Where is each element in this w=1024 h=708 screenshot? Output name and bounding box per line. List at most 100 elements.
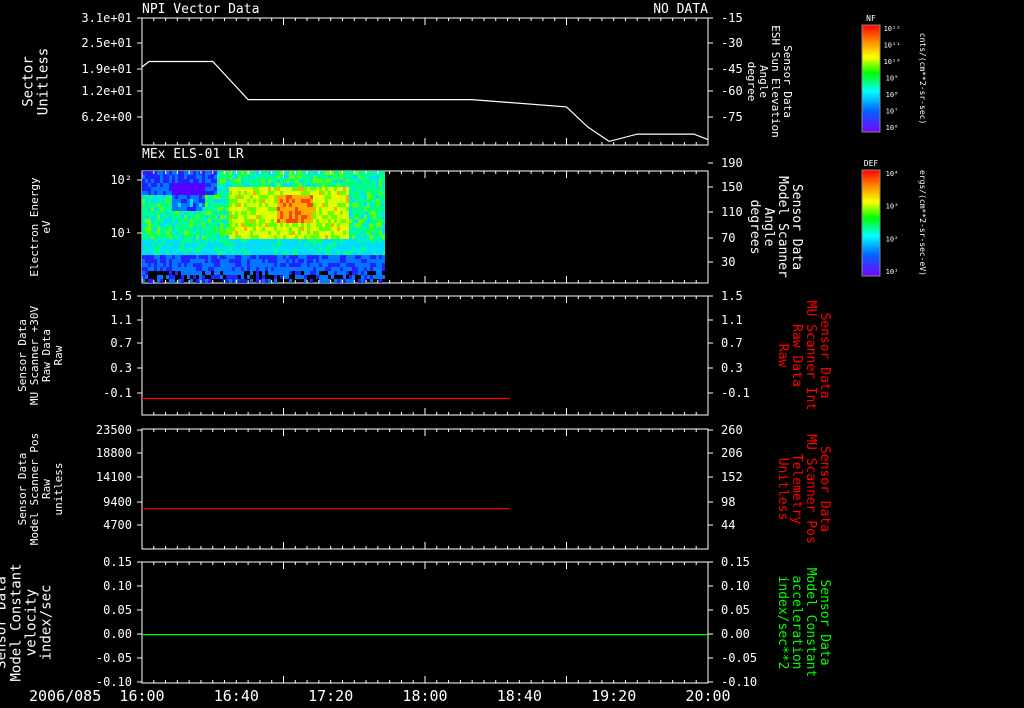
spectrogram-cell xyxy=(376,251,379,255)
spectrogram-cell xyxy=(253,207,256,211)
spectrogram-cell xyxy=(196,199,199,203)
spectrogram-cell xyxy=(253,199,256,203)
spectrogram-cell xyxy=(376,195,379,199)
spectrogram-cell xyxy=(301,199,304,203)
spectrogram-cell xyxy=(346,171,349,175)
spectrogram-cell xyxy=(298,211,301,215)
spectrogram-cell xyxy=(268,215,271,219)
spectrogram-cell xyxy=(328,223,331,227)
spectrogram-cell xyxy=(160,275,163,279)
spectrogram-cell xyxy=(226,195,229,199)
spectrogram-cell xyxy=(295,187,298,191)
spectrogram-cell xyxy=(331,195,334,199)
spectrogram-cell xyxy=(145,199,148,203)
spectrogram-cell xyxy=(361,219,364,223)
spectrogram-cell xyxy=(187,207,190,211)
spectrogram-cell xyxy=(307,187,310,191)
spectrogram-cell xyxy=(250,187,253,191)
spectrogram-cell xyxy=(271,271,274,275)
spectrogram-cell xyxy=(241,219,244,223)
left-tick-label: 18800 xyxy=(96,446,132,460)
spectrogram-cell xyxy=(277,171,280,175)
spectrogram-cell xyxy=(169,191,172,195)
spectrogram-cell xyxy=(268,239,271,243)
spectrogram-cell xyxy=(352,243,355,247)
spectrogram-cell xyxy=(214,235,217,239)
spectrogram-cell xyxy=(160,247,163,251)
spectrogram-cell xyxy=(364,235,367,239)
spectrogram-cell xyxy=(154,203,157,207)
spectrogram-cell xyxy=(190,203,193,207)
spectrogram-cell xyxy=(259,263,262,267)
spectrogram-cell xyxy=(325,263,328,267)
spectrogram-cell xyxy=(328,207,331,211)
spectrogram-cell xyxy=(181,191,184,195)
spectrogram-cell xyxy=(301,171,304,175)
spectrogram-cell xyxy=(355,255,358,259)
spectrogram-cell xyxy=(148,191,151,195)
spectrogram-cell xyxy=(163,235,166,239)
spectrogram-cell xyxy=(166,183,169,187)
spectrogram-cell xyxy=(151,175,154,179)
spectrogram-cell xyxy=(247,219,250,223)
right-axis-label-line: acceleration xyxy=(789,576,804,670)
spectrogram-cell xyxy=(250,203,253,207)
spectrogram-cell xyxy=(238,191,241,195)
spectrogram-cell xyxy=(337,279,340,283)
spectrogram-cell xyxy=(382,187,385,191)
spectrogram-cell xyxy=(157,207,160,211)
spectrogram-cell xyxy=(241,255,244,259)
spectrogram-cell xyxy=(373,183,376,187)
spectrogram-cell xyxy=(376,255,379,259)
spectrogram-cell xyxy=(214,175,217,179)
spectrogram-cell xyxy=(313,211,316,215)
spectrogram-cell xyxy=(163,251,166,255)
spectrogram-cell xyxy=(178,267,181,271)
colorbar-1-label: NF xyxy=(866,14,876,23)
spectrogram-cell xyxy=(355,259,358,263)
spectrogram-cell xyxy=(217,251,220,255)
spectrogram-cell xyxy=(259,195,262,199)
spectrogram-cell xyxy=(319,251,322,255)
spectrogram-cell xyxy=(271,187,274,191)
spectrogram-cell xyxy=(187,211,190,215)
spectrogram-cell xyxy=(370,235,373,239)
spectrogram-cell xyxy=(190,171,193,175)
spectrogram-cell xyxy=(337,207,340,211)
spectrogram-cell xyxy=(148,211,151,215)
spectrogram-cell xyxy=(253,223,256,227)
spectrogram-cell xyxy=(172,223,175,227)
spectrogram-cell xyxy=(256,247,259,251)
spectrogram-cell xyxy=(364,223,367,227)
spectrogram-cell xyxy=(142,235,145,239)
spectrogram-cell xyxy=(142,191,145,195)
spectrogram-cell xyxy=(361,235,364,239)
spectrogram-cell xyxy=(310,259,313,263)
spectrogram-cell xyxy=(229,219,232,223)
spectrogram-cell xyxy=(166,203,169,207)
spectrogram-cell xyxy=(286,263,289,267)
spectrogram-cell xyxy=(316,183,319,187)
spectrogram-cell xyxy=(151,259,154,263)
spectrogram-cell xyxy=(280,191,283,195)
spectrogram-cell xyxy=(313,183,316,187)
spectrogram-cell xyxy=(373,199,376,203)
spectrogram-cell xyxy=(142,219,145,223)
spectrogram-cell xyxy=(286,251,289,255)
spectrogram-cell xyxy=(184,263,187,267)
spectrogram-cell xyxy=(298,215,301,219)
spectrogram-cell xyxy=(223,247,226,251)
spectrogram-cell xyxy=(145,223,148,227)
spectrogram-cell xyxy=(142,247,145,251)
spectrogram-cell xyxy=(262,251,265,255)
spectrogram-cell xyxy=(214,199,217,203)
spectrogram-cell xyxy=(340,227,343,231)
spectrogram-cell xyxy=(259,247,262,251)
spectrogram-cell xyxy=(301,247,304,251)
spectrogram-cell xyxy=(226,219,229,223)
spectrogram-cell xyxy=(298,239,301,243)
spectrogram-cell xyxy=(226,247,229,251)
spectrogram-cell xyxy=(187,203,190,207)
spectrogram-cell xyxy=(172,227,175,231)
spectrogram-cell xyxy=(223,195,226,199)
